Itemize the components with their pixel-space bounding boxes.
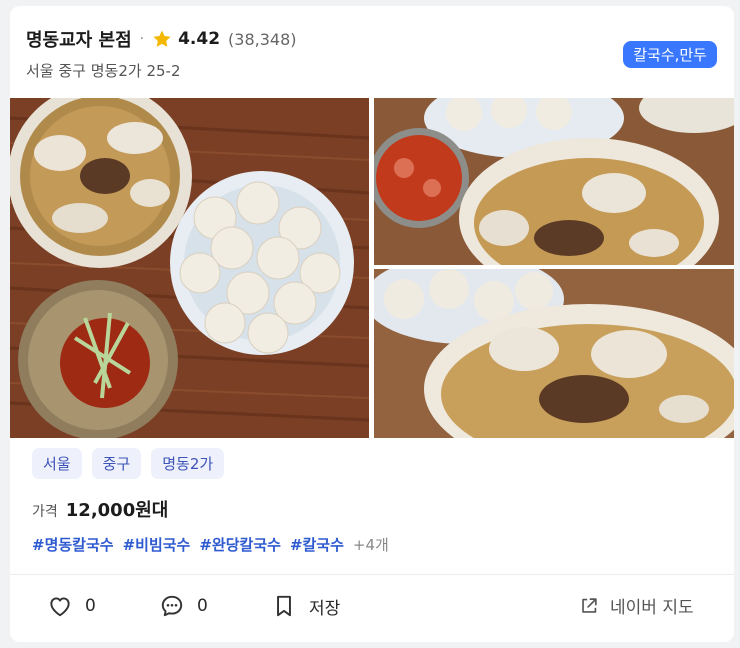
like-button[interactable]: 0 bbox=[47, 593, 96, 619]
heart-icon bbox=[50, 597, 70, 617]
naver-map-link[interactable]: 네이버 지도 bbox=[578, 593, 694, 618]
comment-count: 0 bbox=[197, 596, 208, 616]
action-bar: 0 0 저장 네이버 지도 bbox=[10, 575, 734, 642]
location-tag[interactable]: 명동2가 bbox=[151, 448, 225, 479]
comment-button[interactable]: 0 bbox=[159, 593, 208, 619]
review-count: (38,348) bbox=[228, 29, 297, 49]
external-link-icon bbox=[582, 597, 597, 613]
address: 서울 중구 명동2가 25-2 bbox=[26, 62, 181, 80]
hashtag[interactable]: #칼국수 bbox=[290, 534, 344, 555]
price-row: 가격 12,000원대 bbox=[32, 496, 168, 522]
save-button[interactable]: 저장 bbox=[271, 593, 340, 619]
comment-icon bbox=[161, 595, 183, 617]
hashtag-list: #명동칼국수 #비빔국수 #완당칼국수 #칼국수 +4개 bbox=[32, 534, 389, 555]
map-label: 네이버 지도 bbox=[610, 598, 694, 618]
rating-value: 4.42 bbox=[178, 29, 221, 49]
separator-dot: · bbox=[139, 31, 145, 47]
price-label: 가격 bbox=[32, 504, 58, 520]
photo-top-right[interactable] bbox=[374, 98, 734, 265]
photo-main[interactable] bbox=[10, 98, 369, 438]
star-icon bbox=[153, 30, 171, 47]
category-badge: 칼국수,만두 bbox=[623, 41, 717, 68]
photo-bottom-right[interactable] bbox=[374, 269, 734, 438]
food-photo-bottom-right bbox=[374, 269, 734, 438]
card-header: 명동교자 본점 · 4.42 (38,348) 서울 중구 명동2가 25-2 bbox=[26, 26, 718, 86]
price-value: 12,000원대 bbox=[65, 500, 169, 521]
location-tag[interactable]: 중구 bbox=[91, 448, 142, 479]
title-row: 명동교자 본점 · 4.42 (38,348) bbox=[26, 26, 718, 52]
hashtag[interactable]: #비빔국수 bbox=[123, 534, 191, 555]
location-tags: 서울 중구 명동2가 bbox=[32, 448, 225, 479]
like-count: 0 bbox=[85, 596, 96, 616]
hashtag[interactable]: #완당칼국수 bbox=[199, 534, 281, 555]
hashtags-more[interactable]: +4개 bbox=[353, 534, 389, 555]
restaurant-name[interactable]: 명동교자 본점 bbox=[26, 26, 132, 52]
food-photo-main bbox=[10, 98, 369, 438]
photo-gallery[interactable] bbox=[10, 98, 734, 438]
food-photo-top-right bbox=[374, 98, 734, 265]
restaurant-card[interactable]: 명동교자 본점 · 4.42 (38,348) 서울 중구 명동2가 25-2 … bbox=[10, 6, 734, 642]
save-label: 저장 bbox=[309, 598, 341, 619]
bookmark-icon bbox=[277, 595, 291, 617]
hashtag[interactable]: #명동칼국수 bbox=[32, 534, 114, 555]
location-tag[interactable]: 서울 bbox=[32, 448, 82, 479]
